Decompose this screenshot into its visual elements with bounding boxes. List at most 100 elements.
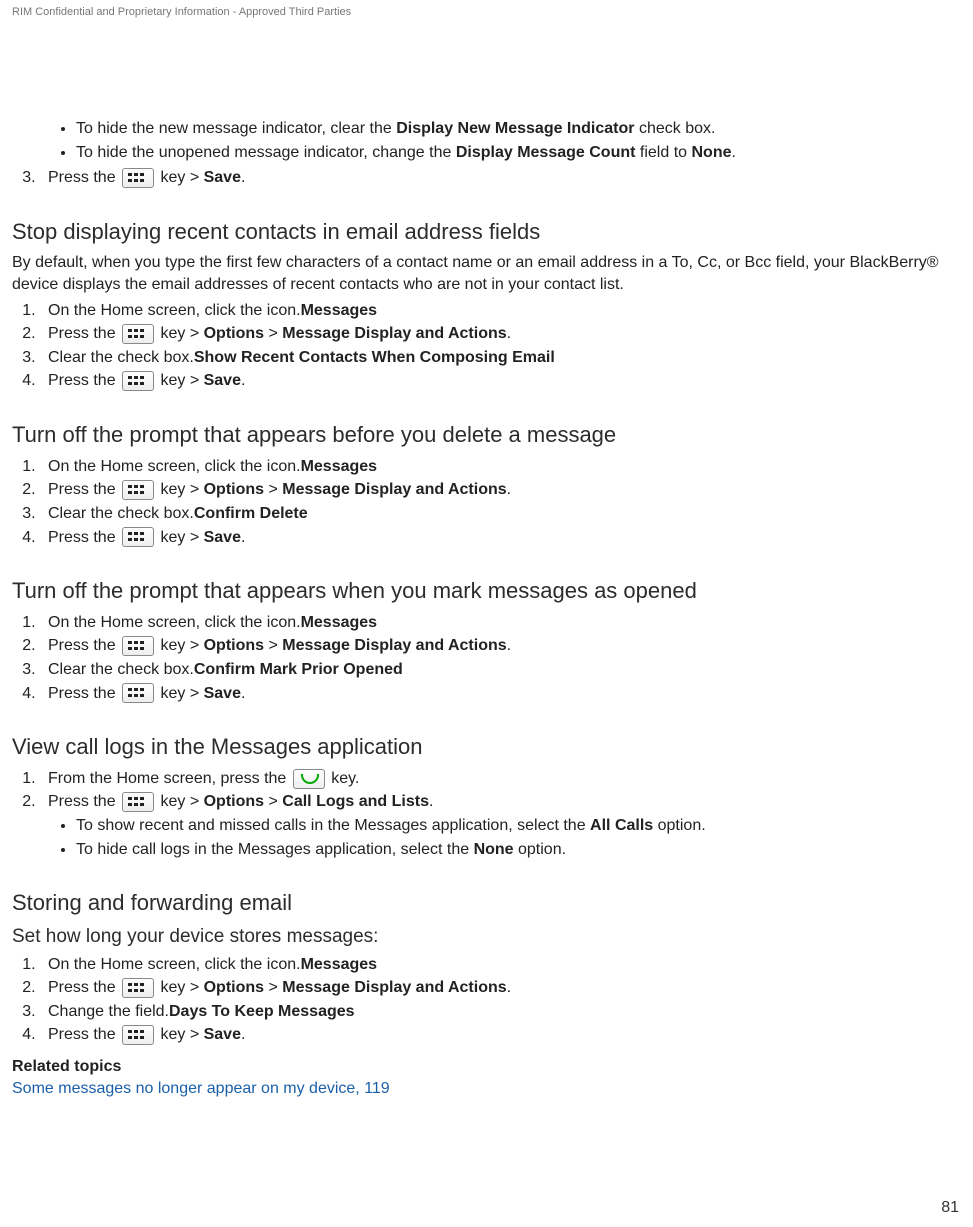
text: key > [156, 979, 204, 996]
menu-key-icon [122, 527, 154, 547]
list-item: Clear the check box.Confirm Delete [40, 503, 961, 525]
text: . [429, 793, 433, 810]
list-item: Press the key > Options > Message Displa… [40, 635, 961, 657]
list-item: To hide the new message indicator, clear… [76, 118, 961, 140]
bold-text: Call Logs and Lists [282, 793, 429, 810]
page-content: To hide the new message indicator, clear… [12, 18, 961, 1099]
section-heading: Stop displaying recent contacts in email… [12, 217, 961, 247]
text: Press the [48, 169, 120, 186]
intro-continued-steps: Press the key > Save. [12, 167, 961, 189]
bold-text: Confirm Delete [194, 505, 308, 522]
text: key. [327, 770, 360, 787]
menu-key-icon [122, 636, 154, 656]
text: key > [156, 637, 204, 654]
list-item: Press the key > Options > Call Logs and … [40, 791, 961, 813]
step-list: On the Home screen, click the icon.Messa… [12, 456, 961, 548]
bold-text: Days To Keep Messages [169, 1003, 355, 1020]
text: On the Home screen, click the [48, 302, 267, 319]
text: . [507, 481, 511, 498]
text: > [264, 793, 282, 810]
menu-key-icon [122, 792, 154, 812]
step-list: On the Home screen, click the icon.Messa… [12, 954, 961, 1046]
list-item: Change the field.Days To Keep Messages [40, 1001, 961, 1023]
bold-text: Messages [301, 302, 378, 319]
list-item: On the Home screen, click the icon.Messa… [40, 456, 961, 478]
step-list: On the Home screen, click the icon.Messa… [12, 300, 961, 392]
bold-text: Messages [301, 458, 378, 475]
bold-text: Options [204, 637, 264, 654]
list-item: On the Home screen, click the icon.Messa… [40, 954, 961, 976]
page-number: 81 [941, 1199, 959, 1217]
list-item: From the Home screen, press the key. [40, 768, 961, 790]
text: key > [156, 169, 204, 186]
bold-text: Display Message Count [456, 144, 636, 161]
subsection-heading: Set how long your device stores messages… [12, 924, 961, 950]
text: check box. [117, 505, 193, 522]
bold-text: Display New Message Indicator [396, 120, 634, 137]
text: Press the [48, 372, 120, 389]
bold-text: Save [204, 1026, 241, 1043]
text: . [241, 169, 245, 186]
text: . [241, 685, 245, 702]
text: Clear the [48, 505, 117, 522]
text: Press the [48, 793, 120, 810]
list-item: To hide the unopened message indicator, … [76, 142, 961, 164]
bold-text: Save [204, 685, 241, 702]
text: check box. [635, 120, 716, 137]
text: key > [156, 481, 204, 498]
bold-text: Messages [301, 614, 378, 631]
text: Press the [48, 685, 120, 702]
text: key > [156, 1026, 204, 1043]
list-item: Press the key > Save. [40, 167, 961, 189]
text: icon. [267, 614, 301, 631]
step-list: From the Home screen, press the key.Pres… [12, 768, 961, 813]
list-item: Clear the check box.Confirm Mark Prior O… [40, 659, 961, 681]
text: . [241, 1026, 245, 1043]
list-item: On the Home screen, click the icon.Messa… [40, 300, 961, 322]
list-item: Clear the check box.Show Recent Contacts… [40, 347, 961, 369]
text: > [264, 979, 282, 996]
text: To show recent and missed calls in the M… [76, 817, 590, 834]
text: > [264, 481, 282, 498]
text: Change the [48, 1003, 135, 1020]
text: field to [635, 144, 691, 161]
text: . [507, 979, 511, 996]
list-item: Press the key > Save. [40, 683, 961, 705]
menu-key-icon [122, 683, 154, 703]
related-topic-link[interactable]: Some messages no longer appear on my dev… [12, 1080, 390, 1097]
bold-text: Message Display and Actions [282, 637, 506, 654]
bold-text: Messages [301, 956, 378, 973]
bold-text: None [474, 841, 514, 858]
list-item: Press the key > Save. [40, 1024, 961, 1046]
text: Press the [48, 325, 120, 342]
menu-key-icon [122, 978, 154, 998]
bold-text: All Calls [590, 817, 653, 834]
menu-key-icon [122, 371, 154, 391]
list-item: Press the key > Options > Message Displa… [40, 479, 961, 501]
text: From the Home screen, press the [48, 770, 291, 787]
text: icon. [267, 302, 301, 319]
bold-text: Save [204, 372, 241, 389]
step-list: On the Home screen, click the icon.Messa… [12, 612, 961, 704]
text: . [507, 325, 511, 342]
list-item: Press the key > Options > Message Displa… [40, 323, 961, 345]
text: check box. [117, 661, 193, 678]
text: > [264, 325, 282, 342]
text: key > [156, 685, 204, 702]
bold-text: Save [204, 529, 241, 546]
text: Press the [48, 1026, 120, 1043]
text: Clear the [48, 349, 117, 366]
bullet-list: To show recent and missed calls in the M… [12, 815, 961, 860]
list-item: On the Home screen, click the icon.Messa… [40, 612, 961, 634]
text: icon. [267, 458, 301, 475]
text: On the Home screen, click the [48, 458, 267, 475]
bold-text: Message Display and Actions [282, 325, 506, 342]
bold-text: Message Display and Actions [282, 481, 506, 498]
document-page: RIM Confidential and Proprietary Informa… [0, 0, 973, 1227]
text: On the Home screen, click the [48, 956, 267, 973]
section-intro: By default, when you type the first few … [12, 252, 961, 295]
text: Press the [48, 637, 120, 654]
text: Clear the [48, 661, 117, 678]
bold-text: Message Display and Actions [282, 979, 506, 996]
text: Press the [48, 529, 120, 546]
